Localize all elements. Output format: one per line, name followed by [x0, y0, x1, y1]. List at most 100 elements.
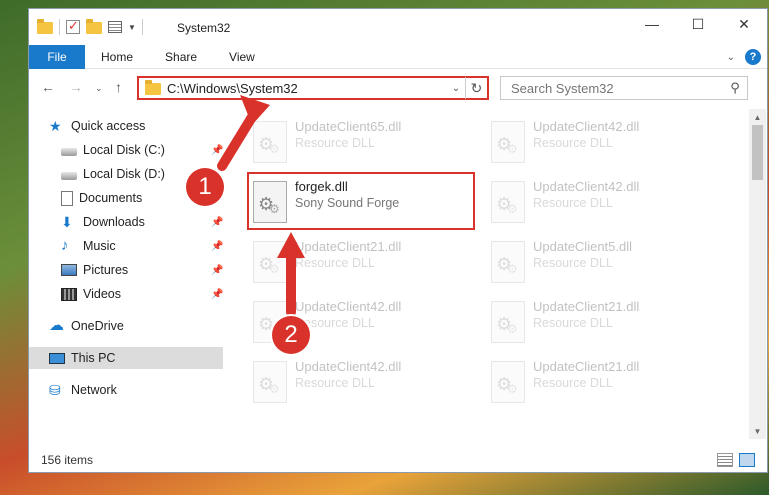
cloud-icon: ☁ [49, 317, 64, 334]
file-name: UpdateClient42.dll [533, 179, 640, 194]
file-tile[interactable]: UpdateClient42.dll Resource DLL [485, 175, 715, 231]
search-icon[interactable]: ⚲ [723, 80, 747, 96]
file-type: Resource DLL [533, 136, 613, 150]
details-view-icon[interactable] [717, 453, 733, 467]
step-badge-2: 2 [272, 316, 310, 354]
step-badge-1: 1 [186, 168, 224, 206]
customize-icon[interactable] [108, 21, 122, 33]
new-folder-icon[interactable] [86, 19, 102, 34]
pin-icon[interactable]: 📌 [211, 217, 223, 228]
scroll-up-icon[interactable]: ▲ [749, 109, 766, 125]
up-arrow-icon[interactable]: ↑ [115, 79, 122, 95]
vertical-scrollbar[interactable]: ▲ ▼ [749, 109, 766, 439]
file-name: UpdateClient21.dll [295, 239, 402, 254]
download-icon: ⬇ [61, 214, 73, 230]
file-tile[interactable]: UpdateClient42.dll Resource DLL [485, 115, 715, 171]
sidebar-item-local-disk-c[interactable]: Local Disk (C:) [61, 139, 219, 161]
forward-arrow-icon[interactable]: → [69, 79, 83, 95]
file-type: Resource DLL [295, 376, 375, 390]
dll-file-icon [253, 241, 287, 283]
chevron-down-icon[interactable]: ▼ [128, 23, 136, 32]
pin-icon[interactable]: 📌 [211, 241, 223, 252]
maximize-button[interactable]: ☐ [675, 9, 721, 39]
sidebar-item-label: Music [83, 239, 116, 253]
file-name: UpdateClient42.dll [533, 119, 640, 134]
back-arrow-icon[interactable]: ← [41, 79, 55, 95]
dll-file-icon [491, 361, 525, 403]
dll-file-icon [491, 301, 525, 343]
sidebar-item-label: Local Disk (C:) [83, 143, 165, 157]
forgek-highlight-box [247, 172, 475, 230]
network-icon: ⛁ [49, 382, 61, 398]
status-bar: 156 items [29, 448, 767, 472]
search-box[interactable]: ⚲ [500, 76, 748, 100]
properties-check-icon[interactable] [66, 18, 80, 34]
chevron-down-icon[interactable]: ⌄ [447, 83, 465, 94]
sidebar-item-network[interactable]: ⛁ Network [49, 379, 219, 401]
search-input[interactable] [511, 80, 723, 96]
file-tile[interactable]: UpdateClient5.dll Resource DLL [485, 235, 715, 291]
view-switcher [717, 453, 755, 467]
folder-icon [145, 80, 161, 95]
file-tile[interactable]: UpdateClient21.dll Resource DLL [485, 355, 715, 411]
file-tile[interactable]: UpdateClient21.dll Resource DLL [247, 235, 477, 291]
tab-file[interactable]: File [29, 44, 85, 69]
title-bar: ▼ System32 — ☐ ✕ [29, 9, 767, 45]
sidebar-item-label: Quick access [71, 119, 146, 133]
pin-icon[interactable]: 📌 [211, 289, 223, 300]
scroll-thumb[interactable] [752, 125, 763, 180]
music-icon: ♪ [61, 237, 69, 254]
file-explorer-window: ▼ System32 — ☐ ✕ File Home Share View ⌄ … [28, 8, 768, 473]
sidebar-item-quick-access[interactable]: ★ Quick access [49, 115, 219, 137]
file-type: Resource DLL [533, 196, 613, 210]
sidebar-item-label: Network [71, 383, 117, 397]
item-count: 156 items [41, 453, 94, 467]
file-name: UpdateClient65.dll [295, 119, 402, 134]
ribbon-right-controls: ⌄ ? [727, 49, 761, 65]
tab-home[interactable]: Home [85, 50, 149, 64]
file-name: UpdateClient21.dll [533, 359, 640, 374]
sidebar-item-onedrive[interactable]: ☁ OneDrive [49, 315, 219, 337]
tab-share[interactable]: Share [149, 50, 213, 64]
scroll-down-icon[interactable]: ▼ [749, 423, 766, 439]
file-type: Resource DLL [533, 316, 613, 330]
help-icon[interactable]: ? [745, 49, 761, 65]
collapse-ribbon-icon[interactable]: ⌄ [727, 52, 735, 63]
sidebar-item-downloads[interactable]: ⬇ Downloads [61, 211, 219, 233]
sidebar-item-videos[interactable]: Videos [61, 283, 219, 305]
pc-icon [49, 352, 65, 364]
address-path[interactable]: C:\Windows\System32 [167, 81, 447, 96]
sidebar-item-pictures[interactable]: Pictures [61, 259, 219, 281]
sidebar-item-music[interactable]: ♪ Music [61, 235, 219, 257]
sidebar-item-this-pc[interactable]: This PC [29, 347, 223, 369]
dll-file-icon [491, 241, 525, 283]
window-controls: — ☐ ✕ [629, 9, 767, 39]
sidebar-item-label: Local Disk (D:) [83, 167, 165, 181]
minimize-button[interactable]: — [629, 9, 675, 39]
file-type: Resource DLL [295, 256, 375, 270]
recent-locations-chevron-icon[interactable]: ⌄ [95, 83, 103, 94]
file-tile[interactable]: UpdateClient65.dll Resource DLL [247, 115, 477, 171]
address-bar[interactable]: C:\Windows\System32 ⌄ ↻ [137, 76, 489, 100]
dll-file-icon [253, 121, 287, 163]
file-type: Resource DLL [295, 316, 375, 330]
sidebar-item-label: Downloads [83, 215, 145, 229]
file-tile[interactable]: UpdateClient42.dll Resource DLL [247, 355, 477, 411]
window-title: System32 [177, 21, 231, 35]
refresh-icon[interactable]: ↻ [465, 77, 487, 99]
close-button[interactable]: ✕ [721, 9, 767, 39]
dll-file-icon [491, 181, 525, 223]
tiles-view-icon[interactable] [739, 453, 755, 467]
ribbon-tabs: File Home Share View ⌄ ? [29, 44, 767, 69]
tab-view[interactable]: View [213, 50, 271, 64]
documents-icon [61, 190, 73, 206]
pin-icon[interactable]: 📌 [211, 265, 223, 276]
disk-icon [61, 148, 77, 156]
pin-icon[interactable]: 📌 [211, 145, 223, 156]
sidebar-item-label: Videos [83, 287, 121, 301]
sidebar-item-label: OneDrive [71, 319, 124, 333]
file-type: Resource DLL [533, 376, 613, 390]
quick-access-toolbar: ▼ [37, 18, 143, 35]
file-tile[interactable]: UpdateClient21.dll Resource DLL [485, 295, 715, 351]
file-name: UpdateClient42.dll [295, 359, 402, 374]
